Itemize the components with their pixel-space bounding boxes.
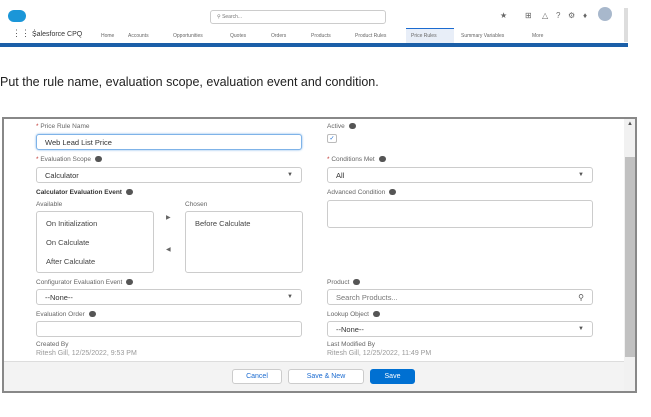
instruction-text: Put the rule name, evaluation scope, eva…	[0, 75, 379, 89]
config-event-label: Configurator Evaluation Event	[36, 279, 134, 286]
nav-quotes[interactable]: Quotes	[230, 33, 246, 39]
notifications-bell-icon[interactable]: ♦	[583, 11, 587, 20]
move-left-button[interactable]: ◀	[166, 246, 171, 253]
scroll-up-arrow-icon[interactable]: ▲	[627, 121, 633, 127]
nav-opportunities[interactable]: Opportunities	[173, 33, 203, 39]
price-rule-modal: * Price Rule Name Web Lead List Price Ac…	[2, 117, 637, 393]
active-checkbox[interactable]: ✓	[327, 134, 337, 143]
info-icon	[348, 123, 356, 130]
nav-products[interactable]: Products	[311, 33, 331, 39]
evaluation-scope-label: * Evaluation Scope	[36, 156, 102, 163]
price-rule-name-input[interactable]: Web Lead List Price	[36, 134, 302, 150]
save-and-new-button[interactable]: Save & New	[288, 369, 364, 384]
config-event-select[interactable]: --None-- ▼	[36, 289, 302, 305]
chevron-down-icon: ▼	[287, 294, 293, 300]
scrollbar-thumb[interactable]	[625, 157, 635, 357]
window-scrollbar[interactable]	[624, 8, 628, 42]
trailhead-icon[interactable]: △	[542, 11, 548, 20]
info-icon	[353, 279, 361, 286]
nav-price-rules[interactable]: Price Rules	[411, 33, 437, 39]
available-listbox[interactable]: On Initialization On Calculate After Cal…	[36, 211, 154, 273]
product-label: Product	[327, 279, 361, 286]
last-modified-value: Ritesh Gill, 12/25/2022, 11:49 PM	[327, 350, 432, 357]
chosen-label: Chosen	[185, 201, 208, 208]
info-icon	[372, 311, 380, 318]
price-rule-name-label: * Price Rule Name	[36, 123, 90, 130]
advanced-condition-label: Advanced Condition	[327, 189, 397, 196]
info-icon	[94, 156, 102, 163]
product-search-input[interactable]: Search Products... ⚲	[327, 289, 593, 305]
chevron-down-icon: ▼	[578, 326, 584, 332]
nav-product-rules[interactable]: Product Rules	[355, 33, 386, 39]
save-button[interactable]: Save	[370, 369, 415, 384]
evaluation-order-input[interactable]	[36, 321, 302, 337]
advanced-condition-textarea[interactable]	[327, 200, 593, 228]
nav-more[interactable]: More	[532, 33, 543, 39]
info-icon	[389, 189, 397, 196]
lookup-object-select[interactable]: --None-- ▼	[327, 321, 593, 337]
created-by-value: Ritesh Gill, 12/25/2022, 9:53 PM	[36, 350, 137, 357]
setup-gear-icon[interactable]: ⚙	[568, 11, 575, 20]
search-icon: ⚲	[578, 292, 584, 302]
list-option[interactable]: After Calculate	[37, 252, 153, 271]
cancel-button[interactable]: Cancel	[232, 369, 282, 384]
conditions-met-select[interactable]: All ▼	[327, 167, 593, 183]
info-icon	[125, 189, 133, 196]
info-icon	[126, 279, 134, 286]
info-icon	[378, 156, 386, 163]
list-option[interactable]: On Calculate	[37, 233, 153, 252]
info-icon	[88, 311, 96, 318]
header-accent-bar	[0, 43, 628, 47]
chevron-down-icon: ▼	[287, 172, 293, 178]
salesforce-logo[interactable]	[8, 10, 26, 22]
nav-orders[interactable]: Orders	[271, 33, 286, 39]
list-option[interactable]: On Initialization	[37, 214, 153, 233]
lookup-object-label: Lookup Object	[327, 311, 380, 318]
list-option[interactable]: Before Calculate	[186, 214, 302, 233]
help-icon[interactable]: ?	[556, 11, 560, 20]
created-by-label: Created By	[36, 341, 69, 348]
chosen-listbox[interactable]: Before Calculate	[185, 211, 303, 273]
search-placeholder: Search...	[222, 14, 243, 20]
available-label: Available	[36, 201, 63, 208]
app-name: Salesforce CPQ	[32, 31, 83, 38]
nav-home[interactable]: Home	[101, 33, 114, 39]
conditions-met-label: * Conditions Met	[327, 156, 386, 163]
avatar[interactable]	[598, 7, 612, 21]
favorites-icon[interactable]: ★	[500, 11, 507, 20]
evaluation-scope-select[interactable]: Calculator ▼	[36, 167, 302, 183]
calc-event-label: Calculator Evaluation Event	[36, 189, 133, 196]
nav-accounts[interactable]: Accounts	[128, 33, 149, 39]
chevron-down-icon: ▼	[578, 172, 584, 178]
active-label: Active	[327, 123, 356, 130]
nav-summary-variables[interactable]: Summary Variables	[461, 33, 504, 39]
add-icon[interactable]: ⊞	[525, 11, 532, 20]
move-right-button[interactable]: ▶	[166, 214, 171, 221]
global-search-input[interactable]: ⚲ Search...	[210, 10, 386, 24]
last-modified-label: Last Modified By	[327, 341, 376, 348]
evaluation-order-label: Evaluation Order	[36, 311, 96, 318]
modal-footer: Cancel Save & New Save	[4, 361, 624, 391]
